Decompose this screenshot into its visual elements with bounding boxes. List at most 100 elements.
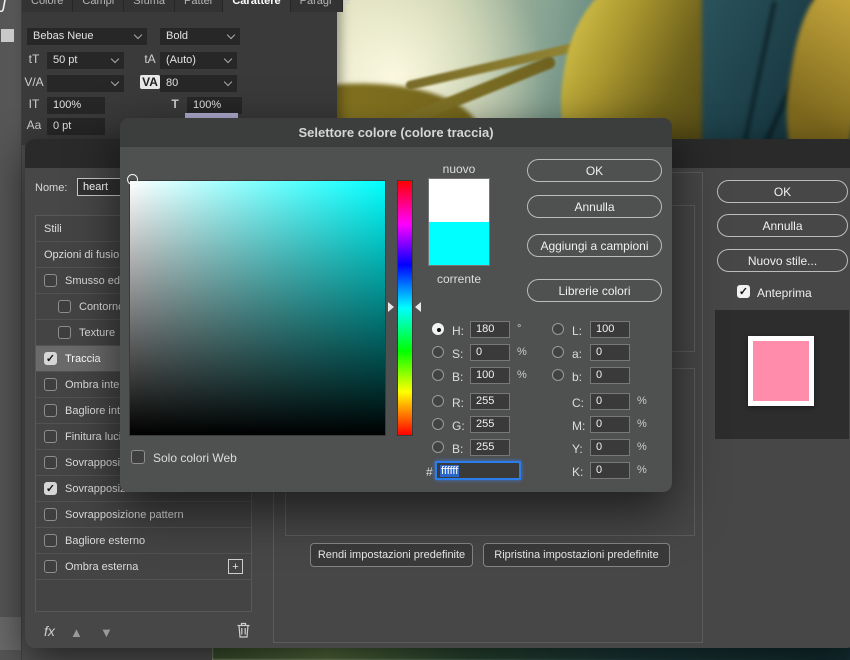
chevron-down-icon [134, 31, 142, 39]
b-unit: % [517, 369, 527, 381]
color-picker-titlebar[interactable]: Selettore colore (colore traccia) [120, 118, 672, 147]
new-style-button[interactable]: Nuovo stile... [717, 249, 848, 272]
layer-ok-button[interactable]: OK [717, 180, 848, 203]
color-libraries-button[interactable]: Librerie colori [527, 279, 662, 302]
hex-input[interactable]: ffffff [435, 461, 521, 480]
tab-paragrafo[interactable]: Paragr [291, 0, 343, 12]
chevron-down-icon [111, 55, 119, 63]
s-radio[interactable] [432, 346, 444, 358]
b2-radio[interactable] [432, 441, 444, 453]
checkbox[interactable] [44, 404, 57, 417]
web-colors-checkbox[interactable] [131, 450, 145, 464]
add-to-swatches-button[interactable]: Aggiungi a campioni [527, 234, 662, 257]
font-size-icon: tT [24, 52, 44, 66]
b-radio[interactable] [432, 369, 444, 381]
reset-default-button[interactable]: Ripristina impostazioni predefinite [483, 543, 670, 567]
checkbox[interactable] [44, 378, 57, 391]
tracking-select[interactable]: 80 [160, 75, 237, 92]
tab-sfumature[interactable]: Sfuma [124, 0, 175, 12]
c-label: C: [572, 396, 588, 410]
drop-shadow-item[interactable]: Ombra esterna + [36, 554, 251, 580]
b-input[interactable]: 100 [470, 367, 510, 384]
h-input[interactable]: 180 [470, 321, 510, 338]
checkbox[interactable] [44, 508, 57, 521]
checkbox[interactable] [58, 300, 71, 313]
font-family-select[interactable]: Bebas Neue [27, 28, 147, 45]
c-unit: % [637, 395, 647, 407]
name-label: Nome: [35, 182, 67, 194]
y-label: Y: [572, 442, 588, 456]
panel-tabbar: Colore Campi Sfuma Patter Carattere Para… [22, 0, 337, 12]
tab-colore[interactable]: Colore [22, 0, 73, 12]
r-radio[interactable] [432, 395, 444, 407]
outer-glow-item[interactable]: Bagliore esterno [36, 528, 251, 554]
tab-campioni[interactable]: Campi [73, 0, 124, 12]
b-label: B: [452, 370, 468, 384]
font-size-select[interactable]: 50 pt [47, 52, 124, 69]
hue-arrow-left-icon[interactable] [388, 302, 394, 312]
move-down-button[interactable]: ▼ [100, 625, 113, 640]
r-input[interactable]: 255 [470, 393, 510, 410]
current-color-swatch [429, 222, 489, 265]
m-input[interactable]: 0 [590, 416, 630, 433]
checkbox[interactable] [44, 456, 57, 469]
fx-menu-button[interactable]: fx [44, 623, 55, 639]
h-label: H: [452, 324, 468, 338]
kerning-select[interactable] [47, 75, 124, 92]
b2-label: B: [452, 442, 468, 456]
checkbox[interactable] [44, 534, 57, 547]
h-radio[interactable] [432, 323, 444, 335]
horizontal-scale-input[interactable]: 100% [187, 97, 242, 114]
g-radio[interactable] [432, 418, 444, 430]
leading-select[interactable]: (Auto) [160, 52, 237, 69]
hue-arrow-right-icon[interactable] [415, 302, 421, 312]
l-input[interactable]: 100 [590, 321, 630, 338]
checkbox-checked[interactable]: ✓ [44, 482, 57, 495]
s-input[interactable]: 0 [470, 344, 510, 361]
tracking-icon: VA [140, 75, 160, 89]
b2-input[interactable]: 255 [470, 439, 510, 456]
picker-ok-button[interactable]: OK [527, 159, 662, 182]
move-up-button[interactable]: ▲ [70, 625, 83, 640]
checkbox[interactable] [44, 274, 57, 287]
hue-slider[interactable] [397, 180, 413, 436]
y-input[interactable]: 0 [590, 439, 630, 456]
g-input[interactable]: 255 [470, 416, 510, 433]
checkbox[interactable] [44, 430, 57, 443]
tab-pattern[interactable]: Patter [175, 0, 223, 12]
saturation-brightness-field[interactable] [129, 180, 386, 436]
preview-checkbox[interactable]: ✓ [737, 285, 750, 298]
c-input[interactable]: 0 [590, 393, 630, 410]
new-color-swatch [429, 179, 489, 222]
tab-carattere[interactable]: Carattere [223, 0, 290, 12]
swatch-mini[interactable] [1, 29, 14, 42]
checkbox-checked[interactable]: ✓ [44, 352, 57, 365]
panel-menu-icon[interactable]: ≡ [343, 0, 359, 8]
baseline-shift-input[interactable]: 0 pt [47, 118, 105, 135]
tool-glyph-icon[interactable]: ʃ [2, 0, 18, 14]
preview-label: Anteprima [757, 286, 812, 300]
make-default-button[interactable]: Rendi impostazioni predefinite [310, 543, 473, 567]
k-input[interactable]: 0 [590, 462, 630, 479]
delete-effect-button[interactable] [236, 622, 251, 641]
pattern-overlay-item[interactable]: Sovrapposizione pattern [36, 502, 251, 528]
new-color-label: nuovo [428, 162, 490, 176]
lab-b-label: b: [572, 370, 588, 384]
checkbox[interactable] [44, 560, 57, 573]
add-effect-button[interactable]: + [228, 559, 243, 574]
vertical-scale-input[interactable]: 100% [47, 97, 105, 114]
a-input[interactable]: 0 [590, 344, 630, 361]
lab-b-input[interactable]: 0 [590, 367, 630, 384]
s-label: S: [452, 347, 468, 361]
l-radio[interactable] [552, 323, 564, 335]
layer-cancel-button[interactable]: Annulla [717, 214, 848, 237]
picker-cancel-button[interactable]: Annulla [527, 195, 662, 218]
a-radio[interactable] [552, 346, 564, 358]
lab-b-radio[interactable] [552, 369, 564, 381]
g-label: G: [452, 419, 468, 433]
checkbox[interactable] [58, 326, 71, 339]
font-style-select[interactable]: Bold [160, 28, 240, 45]
color-cursor-ring[interactable] [127, 174, 138, 185]
leading-icon: tA [140, 52, 160, 66]
m-label: M: [572, 419, 588, 433]
